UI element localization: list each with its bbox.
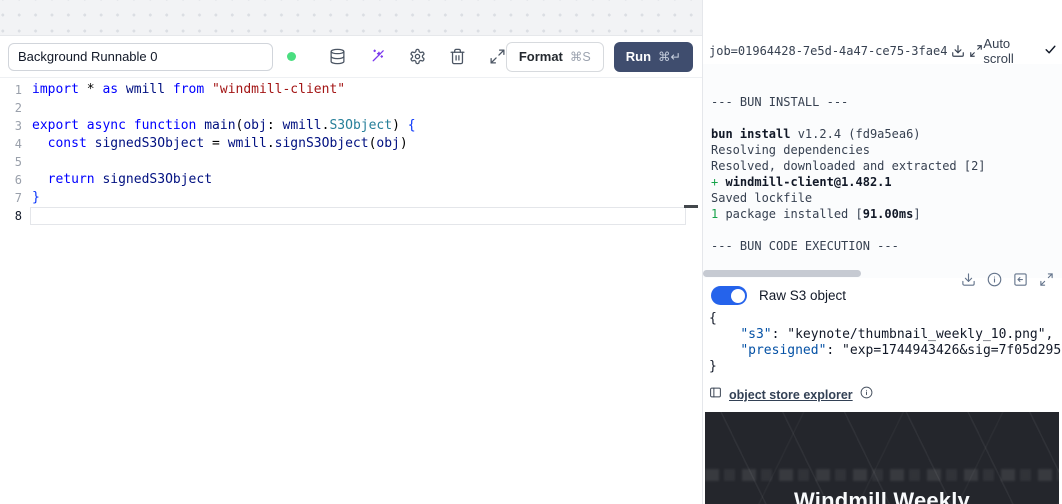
log-line: bun install v1.2.4 (fd9a5ea6): [711, 126, 1051, 142]
line-number: 4: [0, 135, 22, 153]
app-canvas-grid[interactable]: [0, 0, 702, 36]
code-lines: import * as wmill from "windmill-client"…: [32, 81, 684, 225]
code-line: }: [32, 189, 684, 207]
database-icon: [329, 48, 346, 65]
log-line: --- BUN INSTALL ---: [711, 94, 1051, 110]
status-dot: [287, 52, 296, 61]
result-json-viewer: { "s3": "keynote/thumbnail_weekly_10.png…: [709, 311, 1062, 375]
panel-open-icon: [1013, 272, 1028, 287]
object-store-row: object store explorer: [709, 386, 873, 404]
preview-faint-text-band: [705, 469, 1059, 481]
download-logs-button[interactable]: [951, 44, 965, 58]
toolbar-icons: [306, 48, 506, 65]
editor-toolbar: Format ⌘S Run ⌘↵: [0, 36, 702, 78]
line-number: 3: [0, 117, 22, 135]
line-number: 8: [0, 207, 22, 225]
magic-wand-icon: [369, 48, 386, 65]
diagonal-expand-icon: [489, 48, 506, 65]
json-line: {: [709, 311, 1062, 327]
code-line: [32, 99, 684, 117]
code-line: return signedS3Object: [32, 171, 684, 189]
cache-database-button[interactable]: [329, 48, 346, 65]
info-icon: [987, 272, 1002, 287]
expand-icon: [969, 44, 983, 58]
line-number: 6: [0, 171, 22, 189]
line-number: 7: [0, 189, 22, 207]
line-number: 5: [0, 153, 22, 171]
overview-ruler-cursor-mark: [684, 205, 698, 208]
expand-result-button[interactable]: [1039, 272, 1054, 287]
format-button[interactable]: Format ⌘S: [506, 42, 604, 72]
download-icon: [951, 44, 965, 58]
expand-editor-button[interactable]: [489, 48, 506, 65]
log-line: + windmill-client@1.482.1: [711, 174, 1051, 190]
toggle-knob: [731, 289, 745, 303]
run-label: Run: [626, 49, 651, 64]
info-icon[interactable]: [860, 386, 873, 404]
run-shortcut: ⌘↵: [658, 49, 681, 64]
trash-icon: [449, 48, 466, 65]
code-line: import * as wmill from "windmill-client": [32, 81, 684, 99]
line-number-gutter: 12345678: [0, 81, 22, 225]
line-number: 2: [0, 99, 22, 117]
log-line: [711, 222, 1051, 238]
download-icon: [961, 272, 976, 287]
object-store-explorer-link[interactable]: object store explorer: [729, 388, 853, 402]
job-id: job=01964428-7e5d-4a47-ce75-3fae4: [709, 44, 947, 58]
auto-scroll-toggle[interactable]: Auto scroll: [983, 36, 1057, 66]
script-editor-panel: Format ⌘S Run ⌘↵ 12345678 import * as wm…: [0, 36, 702, 504]
code-line: export async function main(obj: wmill.S3…: [32, 117, 684, 135]
format-shortcut: ⌘S: [570, 49, 591, 64]
result-info-button[interactable]: [987, 272, 1002, 287]
json-line: "s3": "keynote/thumbnail_weekly_10.png",: [709, 327, 1062, 343]
open-result-drawer-button[interactable]: [1013, 272, 1028, 287]
raw-s3-toggle[interactable]: [711, 286, 747, 305]
s3-image-preview: Windmill Weekly: [705, 412, 1059, 504]
expand-icon: [1039, 272, 1054, 287]
raw-s3-toggle-label: Raw S3 object: [759, 288, 846, 303]
code-line: [32, 153, 684, 171]
preview-title: Windmill Weekly: [705, 488, 1059, 504]
log-line: --- BUN CODE EXECUTION ---: [711, 238, 1051, 254]
ai-assist-button[interactable]: [369, 48, 386, 65]
log-line: Resolved, downloaded and extracted [2]: [711, 158, 1051, 174]
log-line: Saved lockfile: [711, 190, 1051, 206]
auto-scroll-label: Auto scroll: [983, 36, 1036, 66]
json-line: "presigned": "exp=1744943426&sig=7f05d29…: [709, 343, 1062, 359]
job-result-panel: job=01964428-7e5d-4a47-ce75-3fae4 Auto s…: [702, 0, 1062, 504]
line-number: 1: [0, 81, 22, 99]
delete-button[interactable]: [449, 48, 466, 65]
expand-logs-button[interactable]: [969, 44, 983, 58]
code-editor[interactable]: 12345678 import * as wmill from "windmil…: [0, 79, 702, 504]
code-line: [32, 207, 684, 225]
check-icon: [1044, 43, 1057, 59]
log-horizontal-scrollbar[interactable]: [703, 270, 861, 277]
code-line: const signedS3Object = wmill.signS3Objec…: [32, 135, 684, 153]
job-bar: job=01964428-7e5d-4a47-ce75-3fae4 Auto s…: [703, 38, 1062, 64]
result-toolbar: [961, 272, 1054, 287]
download-result-button[interactable]: [961, 272, 976, 287]
log-line: [711, 110, 1051, 126]
log-line: 1 package installed [91.00ms]: [711, 206, 1051, 222]
runnable-name-input[interactable]: [8, 43, 273, 71]
job-log-output: --- BUN INSTALL --- bun install v1.2.4 (…: [703, 64, 1062, 278]
format-label: Format: [519, 49, 563, 64]
run-button[interactable]: Run ⌘↵: [614, 42, 693, 72]
log-line: Resolving dependencies: [711, 142, 1051, 158]
panel-left-icon: [709, 386, 722, 404]
json-line: }: [709, 359, 1062, 375]
settings-button[interactable]: [409, 48, 426, 65]
gear-icon: [409, 48, 426, 65]
raw-s3-toggle-row: Raw S3 object: [711, 286, 846, 305]
